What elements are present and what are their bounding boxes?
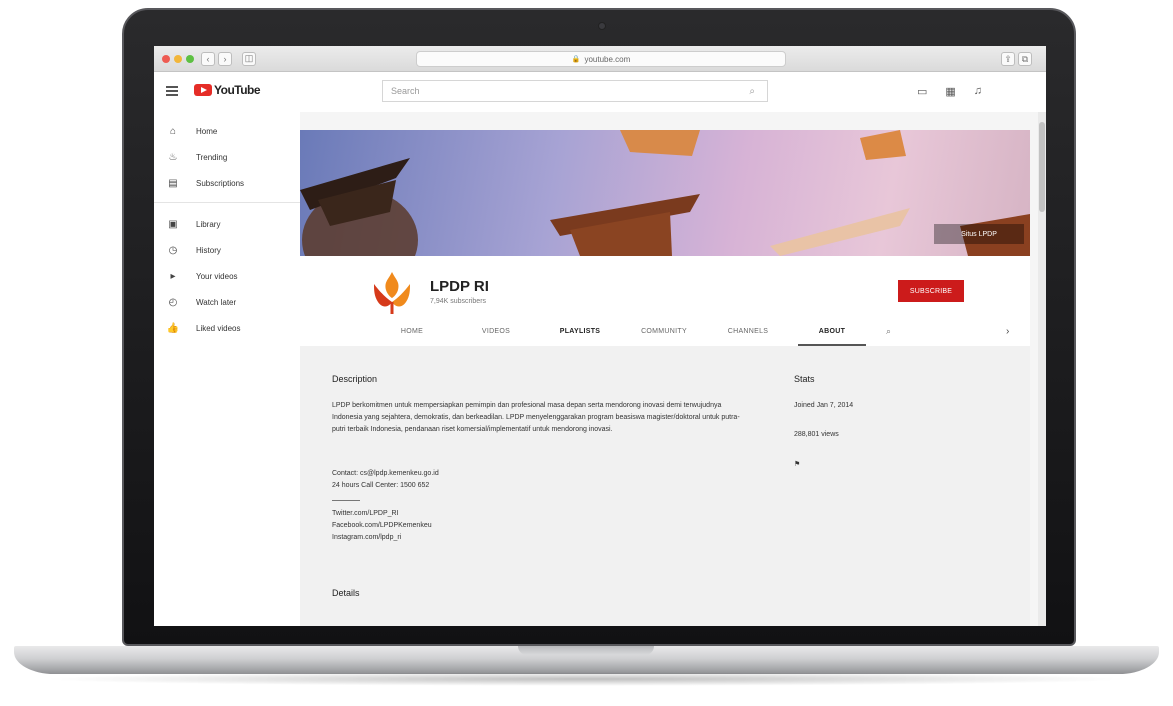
contact-email: Contact: cs@lpdp.kemenkeu.go.id	[332, 470, 439, 477]
sidebar-item-trending[interactable]: ♨ Trending	[154, 144, 300, 170]
tab-home[interactable]: HOME	[370, 316, 454, 346]
details-heading: Details	[332, 588, 360, 598]
history-icon: ◷	[168, 244, 178, 256]
sidebar-item-label: Watch later	[196, 297, 237, 307]
youtube-logo[interactable]: YouTube	[194, 83, 261, 97]
sidebar-item-label: Liked videos	[196, 323, 241, 333]
home-icon: ⌂	[169, 125, 177, 137]
scroll-thumb[interactable]	[1039, 122, 1045, 212]
text-divider	[332, 500, 360, 501]
sidebar-item-label: Your videos	[196, 271, 238, 281]
channel-tabs: HOME VIDEOS PLAYLISTS COMMUNITY CHANNELS…	[370, 316, 891, 346]
hamburger-menu-icon[interactable]	[166, 86, 178, 96]
sidebar-item-label: Home	[196, 126, 218, 136]
sidebar-item-your-videos[interactable]: ▸ Your videos	[154, 263, 300, 289]
instagram-link[interactable]: Instagram.com/lpdp_ri	[332, 532, 432, 544]
play-icon	[194, 84, 212, 96]
laptop-base	[14, 646, 1159, 674]
close-window-button[interactable]	[162, 54, 170, 63]
channel-banner: Situs LPDP	[300, 130, 1030, 256]
stats-panel: Stats Joined Jan 7, 2014 288,801 views ⚑	[794, 374, 853, 468]
logo-text: YouTube	[214, 83, 261, 97]
subscribe-button[interactable]: SUBSCRIBE	[898, 280, 964, 302]
flag-icon[interactable]: ⚑	[794, 460, 853, 468]
minimize-window-button[interactable]	[174, 54, 182, 63]
view-count: 288,801 views	[794, 431, 839, 438]
address-bar[interactable]: 🔒 youtube.com	[416, 51, 786, 67]
subscriber-count: 7,94K subscribers	[430, 298, 487, 305]
contact-info: Contact: cs@lpdp.kemenkeu.go.id 24 hours…	[332, 468, 439, 492]
about-panel: Description LPDP berkomitmen untuk mempe…	[300, 346, 1030, 626]
library-icon: ▣	[168, 218, 178, 230]
channel-header: LPDP RI 7,94K subscribers SUBSCRIBE HOME…	[300, 256, 1030, 346]
laptop-lid: ‹ › ◫ 🔒 youtube.com ⇪ ⧉ YouTube Search ⌕	[122, 8, 1076, 646]
share-button[interactable]: ⇪	[1001, 52, 1015, 66]
social-links: Twitter.com/LPDP_RI Facebook.com/LPDPKem…	[332, 508, 432, 544]
tab-playlists[interactable]: PLAYLISTS	[538, 316, 622, 346]
tab-channels[interactable]: CHANNELS	[706, 316, 790, 346]
joined-date: Joined Jan 7, 2014	[794, 402, 854, 409]
flame-icon: ♨	[168, 151, 178, 163]
search-input[interactable]: Search ⌕	[382, 80, 768, 102]
sidebar-item-library[interactable]: ▣ Library	[154, 211, 300, 237]
browser-toolbar: ‹ › ◫ 🔒 youtube.com ⇪ ⧉	[154, 46, 1046, 72]
apps-grid-icon[interactable]: ▦	[945, 85, 955, 98]
page-scrollbar[interactable]	[1038, 112, 1046, 626]
description-text: LPDP berkomitmen untuk mempersiapkan pem…	[332, 402, 740, 433]
url-text: youtube.com	[584, 54, 631, 64]
notifications-bell-icon[interactable]: ♫	[974, 85, 982, 98]
sidebar-item-home[interactable]: ⌂ Home	[154, 118, 300, 144]
sidebar-item-liked-videos[interactable]: 👍 Liked videos	[154, 315, 300, 341]
description-heading: Description	[332, 374, 378, 384]
banner-website-link[interactable]: Situs LPDP	[934, 224, 1024, 244]
contact-phone: 24 hours Call Center: 1500 652	[332, 482, 430, 489]
forward-button[interactable]: ›	[218, 51, 232, 66]
maximize-window-button[interactable]	[186, 54, 194, 63]
tab-videos[interactable]: VIDEOS	[454, 316, 538, 346]
subscriptions-icon: ▤	[168, 177, 178, 189]
twitter-link[interactable]: Twitter.com/LPDP_RI	[332, 508, 432, 520]
channel-search-icon[interactable]: ⌕	[886, 316, 891, 346]
sidebar-item-subscriptions[interactable]: ▤ Subscriptions	[154, 170, 300, 196]
sidebar: ⌂ Home ♨ Trending ▤ Subscriptions ▣ Libr…	[154, 112, 300, 626]
sidebar-item-history[interactable]: ◷ History	[154, 237, 300, 263]
sidebar-item-watch-later[interactable]: ◴ Watch later	[154, 289, 300, 315]
tab-community[interactable]: COMMUNITY	[622, 316, 706, 346]
chevron-right-icon[interactable]: ›	[1006, 326, 1009, 337]
create-video-icon[interactable]: ▭	[917, 85, 927, 98]
screen: ‹ › ◫ 🔒 youtube.com ⇪ ⧉ YouTube Search ⌕	[154, 46, 1046, 626]
sidebar-item-label: History	[196, 245, 221, 255]
lock-icon: 🔒	[571, 56, 581, 63]
sidebar-item-label: Trending	[196, 152, 228, 162]
facebook-link[interactable]: Facebook.com/LPDPKemenkeu	[332, 520, 432, 532]
sidebar-item-label: Library	[196, 219, 221, 229]
tab-about[interactable]: ABOUT	[798, 316, 866, 346]
tabs-button[interactable]: ⧉	[1018, 52, 1032, 66]
laptop-opening-notch	[518, 646, 654, 655]
thumbs-up-icon: 👍	[166, 322, 180, 334]
camera-icon	[598, 22, 606, 30]
search-icon[interactable]: ⌕	[749, 86, 755, 97]
clock-icon: ◴	[168, 296, 178, 308]
back-button[interactable]: ‹	[201, 51, 215, 66]
sidebar-toggle-button[interactable]: ◫	[242, 51, 256, 66]
channel-name: LPDP RI	[430, 278, 489, 295]
laptop-shadow	[40, 672, 1133, 686]
stats-heading: Stats	[794, 374, 815, 384]
graduation-caps-illustration	[300, 130, 1030, 256]
your-videos-icon: ▸	[170, 270, 176, 282]
channel-avatar[interactable]	[370, 268, 414, 316]
search-placeholder: Search	[391, 86, 420, 96]
youtube-header: YouTube Search ⌕ ▭ ▦ ♫	[154, 72, 1046, 112]
main-content: Situs LPDP LPDP RI 7,94K subscribers SUB…	[300, 112, 1046, 626]
sidebar-item-label: Subscriptions	[196, 178, 245, 188]
sidebar-divider	[154, 202, 300, 203]
